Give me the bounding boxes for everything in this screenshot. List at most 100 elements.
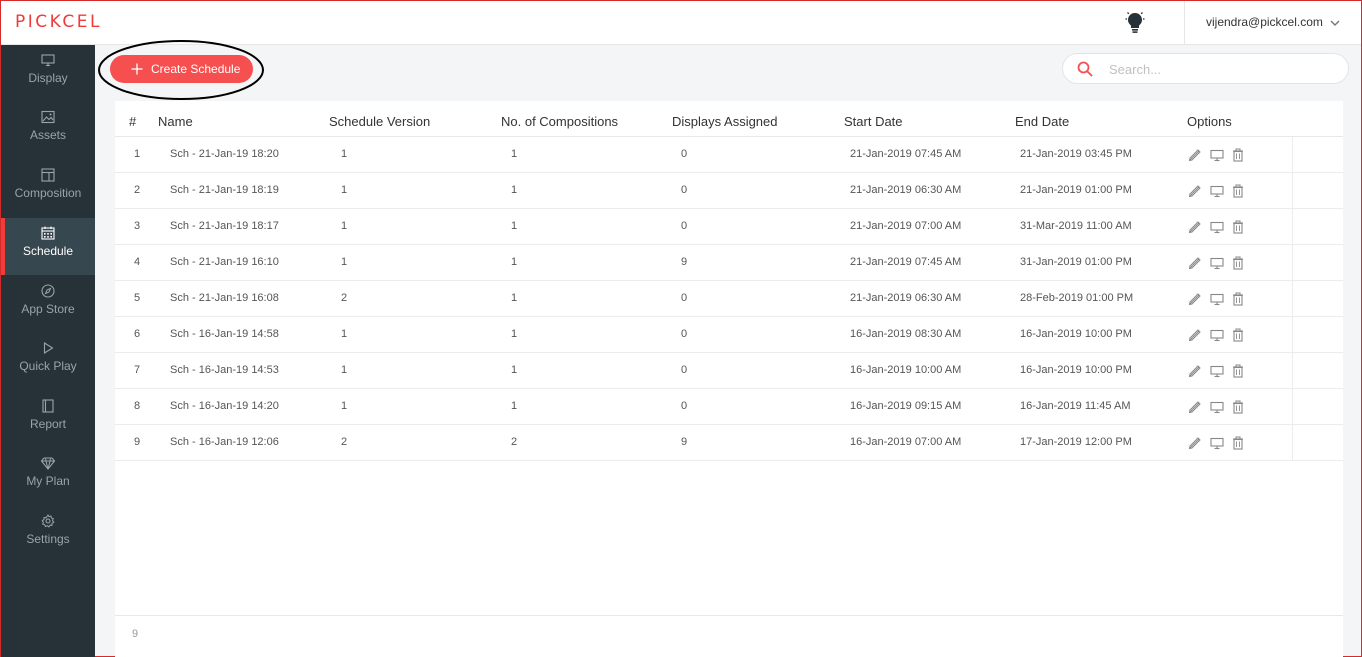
cell-version: 2 [341,436,348,448]
table-row[interactable]: 3 Sch - 21-Jan-19 18:17 1 1 0 21-Jan-2019 07:… [115,209,1343,245]
chevron-down-icon[interactable] [1329,17,1341,29]
column-header-displays[interactable]: Displays Assigned [672,114,778,129]
sidebar-item-assets[interactable]: Assets [1,102,95,159]
cell-number: 9 [134,436,141,448]
pencil-icon[interactable] [1188,292,1202,306]
column-header-number[interactable]: # [129,114,136,129]
cell-end-date: 21-Jan-2019 03:45 PM [1020,148,1132,160]
sidebar-item-settings[interactable]: Settings [1,506,95,563]
layout-icon [41,168,55,182]
sidebar-item-schedule[interactable]: Schedule [1,218,95,275]
cell-start-date: 21-Jan-2019 06:30 AM [850,184,962,196]
table-row[interactable]: 1 Sch - 21-Jan-19 18:20 1 1 0 21-Jan-2019 07:… [115,137,1343,173]
cell-start-date: 21-Jan-2019 07:45 AM [850,148,962,160]
row-divider [1292,281,1293,317]
sidebar-item-label: Schedule [22,244,74,258]
cell-name: Sch - 21-Jan-19 18:17 [170,220,279,232]
trash-icon[interactable] [1231,328,1245,342]
cell-start-date: 21-Jan-2019 07:45 AM [850,256,962,268]
sidebar-item-composition[interactable]: Composition [1,160,95,217]
lightbulb-icon[interactable] [1125,11,1145,35]
pencil-icon[interactable] [1188,184,1202,198]
table-footer-divider [115,615,1343,616]
pencil-icon[interactable] [1188,256,1202,270]
cell-name: Sch - 21-Jan-19 18:20 [170,148,279,160]
cell-displays: 9 [681,436,688,448]
cell-name: Sch - 21-Jan-19 18:19 [170,184,279,196]
trash-icon[interactable] [1231,148,1245,162]
cell-displays: 0 [681,364,688,376]
table-row[interactable]: 7 Sch - 16-Jan-19 14:53 1 1 0 16-Jan-2019 10:… [115,353,1343,389]
cell-version: 1 [341,184,348,196]
pickcel-logo[interactable]: PICKCEL [15,12,102,32]
sidebar-item-quick-play[interactable]: Quick Play [1,333,95,390]
cell-name: Sch - 16-Jan-19 14:20 [170,400,279,412]
cell-name: Sch - 16-Jan-19 12:06 [170,436,279,448]
cell-start-date: 16-Jan-2019 07:00 AM [850,436,962,448]
monitor-icon[interactable] [1210,184,1224,198]
header-divider [1184,1,1185,45]
cell-end-date: 28-Feb-2019 01:00 PM [1020,292,1134,304]
cell-compositions: 1 [511,400,518,412]
trash-icon[interactable] [1231,292,1245,306]
pencil-icon[interactable] [1188,436,1202,450]
cell-start-date: 21-Jan-2019 06:30 AM [850,292,962,304]
column-header-compositions[interactable]: No. of Compositions [501,114,618,129]
table-row[interactable]: 9 Sch - 16-Jan-19 12:06 2 2 9 16-Jan-2019 07:… [115,425,1343,461]
monitor-icon[interactable] [1210,148,1224,162]
table-row[interactable]: 5 Sch - 21-Jan-19 16:08 2 1 0 21-Jan-2019 06:… [115,281,1343,317]
table-row[interactable]: 2 Sch - 21-Jan-19 18:19 1 1 0 21-Jan-2019 06:… [115,173,1343,209]
trash-icon[interactable] [1231,184,1245,198]
cell-displays: 0 [681,220,688,232]
user-email[interactable]: vijendra@pickcel.com [1206,15,1323,29]
monitor-icon[interactable] [1210,292,1224,306]
cell-start-date: 16-Jan-2019 08:30 AM [850,328,962,340]
trash-icon[interactable] [1231,436,1245,450]
create-schedule-label: Create Schedule [151,62,241,76]
pencil-icon[interactable] [1188,148,1202,162]
sidebar-item-label: My Plan [26,474,70,488]
row-divider [1292,173,1293,209]
trash-icon[interactable] [1231,400,1245,414]
table-row[interactable]: 4 Sch - 21-Jan-19 16:10 1 1 9 21-Jan-2019 07:… [115,245,1343,281]
row-divider [1292,209,1293,245]
cell-compositions: 1 [511,220,518,232]
monitor-icon[interactable] [1210,364,1224,378]
column-header-end-date[interactable]: End Date [1015,114,1069,129]
trash-icon[interactable] [1231,220,1245,234]
monitor-icon[interactable] [1210,436,1224,450]
pencil-icon[interactable] [1188,328,1202,342]
row-divider [1292,317,1293,353]
monitor-icon[interactable] [1210,256,1224,270]
pencil-icon[interactable] [1188,220,1202,234]
search-box[interactable] [1062,53,1349,84]
monitor-icon[interactable] [1210,400,1224,414]
search-input[interactable] [1109,59,1339,79]
row-divider [1292,389,1293,425]
monitor-icon[interactable] [1210,220,1224,234]
sidebar-item-label: Display [28,71,68,85]
pencil-icon[interactable] [1188,364,1202,378]
sidebar-item-display[interactable]: Display [1,45,95,102]
column-header-version[interactable]: Schedule Version [329,114,430,129]
column-header-options: Options [1187,114,1232,129]
pencil-icon[interactable] [1188,400,1202,414]
column-header-start-date[interactable]: Start Date [844,114,903,129]
cell-number: 7 [134,364,141,376]
column-header-name[interactable]: Name [158,114,193,129]
schedule-table: # Name Schedule Version No. of Compositi… [115,101,1343,657]
cell-version: 1 [341,220,348,232]
row-divider [1292,425,1293,461]
create-schedule-button[interactable]: Create Schedule [110,55,253,83]
sidebar-item-report[interactable]: Report [1,391,95,448]
sidebar-item-app-store[interactable]: App Store [1,276,95,333]
cell-version: 1 [341,364,348,376]
row-divider [1292,245,1293,281]
sidebar-item-my-plan[interactable]: My Plan [1,448,95,505]
trash-icon[interactable] [1231,256,1245,270]
table-row[interactable]: 8 Sch - 16-Jan-19 14:20 1 1 0 16-Jan-2019 09:… [115,389,1343,425]
trash-icon[interactable] [1231,364,1245,378]
table-row[interactable]: 6 Sch - 16-Jan-19 14:58 1 1 0 16-Jan-2019 08:… [115,317,1343,353]
cell-displays: 0 [681,328,688,340]
monitor-icon[interactable] [1210,328,1224,342]
